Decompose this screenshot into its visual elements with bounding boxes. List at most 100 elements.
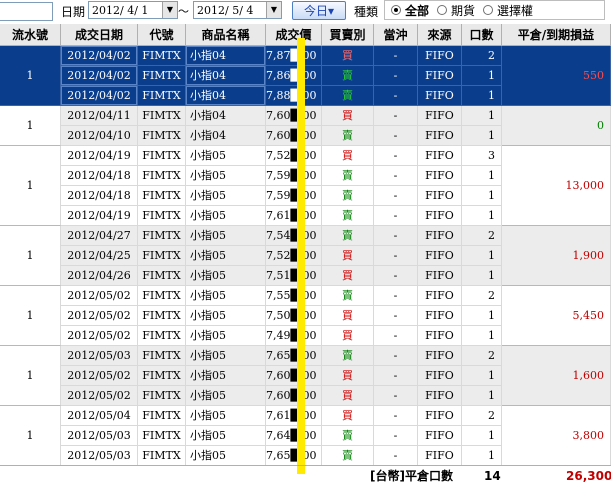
cell-source[interactable]: FIFO [418, 206, 462, 226]
cell-price[interactable]: 7,65█.00 [266, 346, 322, 366]
cell-date[interactable]: 2012/04/27 [61, 226, 138, 246]
cell-date[interactable]: 2012/05/02 [61, 286, 138, 306]
cell-side[interactable]: 賣 [322, 446, 374, 466]
cell-side[interactable]: 買 [322, 406, 374, 426]
cell-code[interactable]: FIMTX [138, 406, 186, 426]
cell-seq[interactable]: 1 [0, 286, 61, 346]
cell-date[interactable]: 2012/04/02 [61, 86, 138, 106]
cell-qty[interactable]: 2 [462, 346, 502, 366]
cell-qty[interactable]: 1 [462, 446, 502, 466]
cell-side[interactable]: 賣 [322, 206, 374, 226]
cell-daytrade[interactable]: - [374, 46, 418, 66]
cell-source[interactable]: FIFO [418, 226, 462, 246]
cell-side[interactable]: 買 [322, 306, 374, 326]
cell-name[interactable]: 小指05 [186, 206, 266, 226]
cell-code[interactable]: FIMTX [138, 106, 186, 126]
cell-source[interactable]: FIFO [418, 386, 462, 406]
cell-price[interactable]: 7,60█.00 [266, 386, 322, 406]
cell-seq[interactable]: 1 [0, 226, 61, 286]
cell-name[interactable]: 小指05 [186, 346, 266, 366]
cell-name[interactable]: 小指05 [186, 366, 266, 386]
cell-qty[interactable]: 1 [462, 106, 502, 126]
radio-options-label[interactable]: 選擇權 [497, 3, 533, 19]
header-daytrade[interactable]: 當沖 [374, 24, 418, 46]
cell-price[interactable]: 7,49█.00 [266, 326, 322, 346]
cell-date[interactable]: 2012/04/19 [61, 146, 138, 166]
header-date[interactable]: 成交日期 [61, 24, 138, 46]
cell-price[interactable]: 7,60█.00 [266, 366, 322, 386]
cell-daytrade[interactable]: - [374, 206, 418, 226]
radio-all-label[interactable]: 全部 [405, 3, 429, 19]
cell-date[interactable]: 2012/05/02 [61, 326, 138, 346]
radio-futures-label[interactable]: 期貨 [451, 3, 475, 19]
cell-daytrade[interactable]: - [374, 366, 418, 386]
cell-date[interactable]: 2012/04/10 [61, 126, 138, 146]
cell-name[interactable]: 小指05 [186, 166, 266, 186]
radio-all[interactable] [391, 5, 401, 15]
today-button[interactable]: 今日▾ [292, 1, 346, 20]
cell-code[interactable]: FIMTX [138, 346, 186, 366]
cell-daytrade[interactable]: - [374, 406, 418, 426]
cell-daytrade[interactable]: - [374, 106, 418, 126]
cell-date[interactable]: 2012/05/04 [61, 406, 138, 426]
cell-side[interactable]: 賣 [322, 126, 374, 146]
cell-source[interactable]: FIFO [418, 406, 462, 426]
cell-code[interactable]: FIMTX [138, 326, 186, 346]
cell-pl[interactable]: 1,900 [502, 226, 611, 286]
cell-price[interactable]: 7,88█.00 [266, 86, 322, 106]
cell-pl[interactable]: 1,600 [502, 346, 611, 406]
cell-price[interactable]: 7,52█.00 [266, 246, 322, 266]
cell-date[interactable]: 2012/05/03 [61, 346, 138, 366]
cell-pl[interactable]: 3,800 [502, 406, 611, 466]
cell-date[interactable]: 2012/05/03 [61, 446, 138, 466]
cell-date[interactable]: 2012/04/18 [61, 186, 138, 206]
cell-qty[interactable]: 1 [462, 186, 502, 206]
cell-side[interactable]: 買 [322, 106, 374, 126]
cell-side[interactable]: 買 [322, 386, 374, 406]
cell-date[interactable]: 2012/05/02 [61, 306, 138, 326]
cell-code[interactable]: FIMTX [138, 146, 186, 166]
cell-qty[interactable]: 3 [462, 146, 502, 166]
cell-daytrade[interactable]: - [374, 386, 418, 406]
cell-pl[interactable]: 13,000 [502, 146, 611, 226]
header-code[interactable]: 代號 [138, 24, 186, 46]
cell-qty[interactable]: 1 [462, 326, 502, 346]
header-price[interactable]: 成交價 [266, 24, 322, 46]
cell-name[interactable]: 小指05 [186, 146, 266, 166]
cell-code[interactable]: FIMTX [138, 266, 186, 286]
cell-daytrade[interactable]: - [374, 286, 418, 306]
cell-price[interactable]: 7,61█.00 [266, 206, 322, 226]
cell-qty[interactable]: 1 [462, 306, 502, 326]
cell-source[interactable]: FIFO [418, 126, 462, 146]
cell-name[interactable]: 小指04 [186, 46, 266, 66]
cell-code[interactable]: FIMTX [138, 246, 186, 266]
cell-source[interactable]: FIFO [418, 166, 462, 186]
cell-name[interactable]: 小指05 [186, 406, 266, 426]
radio-options[interactable] [483, 5, 493, 15]
cell-name[interactable]: 小指05 [186, 446, 266, 466]
cell-daytrade[interactable]: - [374, 326, 418, 346]
cell-qty[interactable]: 2 [462, 406, 502, 426]
cell-source[interactable]: FIFO [418, 146, 462, 166]
cell-name[interactable]: 小指05 [186, 226, 266, 246]
cell-seq[interactable]: 1 [0, 346, 61, 406]
cell-name[interactable]: 小指05 [186, 426, 266, 446]
cell-side[interactable]: 買 [322, 366, 374, 386]
header-source[interactable]: 來源 [418, 24, 462, 46]
cell-date[interactable]: 2012/04/02 [61, 46, 138, 66]
cell-price[interactable]: 7,52█.00 [266, 146, 322, 166]
cell-source[interactable]: FIFO [418, 66, 462, 86]
cell-name[interactable]: 小指05 [186, 306, 266, 326]
cell-name[interactable]: 小指05 [186, 186, 266, 206]
cell-side[interactable]: 賣 [322, 86, 374, 106]
cell-code[interactable]: FIMTX [138, 206, 186, 226]
cell-daytrade[interactable]: - [374, 266, 418, 286]
cell-price[interactable]: 7,60█.00 [266, 126, 322, 146]
cell-qty[interactable]: 1 [462, 246, 502, 266]
cell-daytrade[interactable]: - [374, 426, 418, 446]
cell-source[interactable]: FIFO [418, 306, 462, 326]
cell-source[interactable]: FIFO [418, 426, 462, 446]
cell-pl[interactable]: 550 [502, 46, 611, 106]
cell-seq[interactable]: 1 [0, 46, 61, 106]
cell-price[interactable]: 7,60█.00 [266, 106, 322, 126]
